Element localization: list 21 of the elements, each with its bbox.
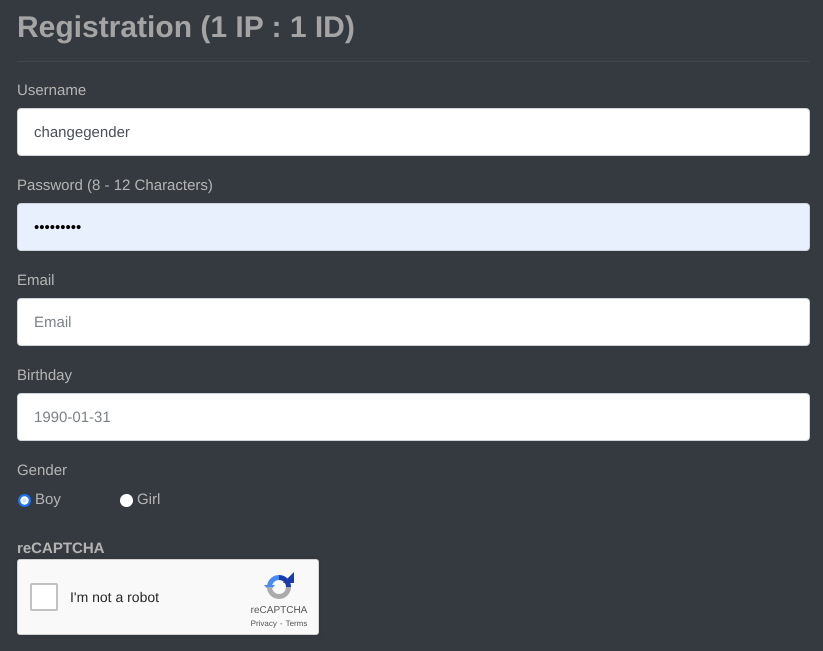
input-field[interactable]: Email	[17, 298, 810, 346]
footer-link[interactable]: Privacy	[250, 619, 277, 629]
captcha-label: reCAPTCHA	[17, 539, 105, 559]
field-label: Username	[17, 81, 86, 101]
input-field[interactable]: changegender	[17, 108, 810, 156]
input-field[interactable]: •••••••••	[17, 203, 810, 251]
field-label: Password (8 - 12 Characters)	[17, 176, 213, 196]
field-label: Birthday	[17, 366, 72, 386]
radio-label: Boy	[35, 490, 61, 510]
checkbox-label: I'm not a robot	[70, 588, 160, 606]
radio-button[interactable]	[18, 494, 31, 506]
separator: -	[280, 619, 283, 629]
footer-link[interactable]: Terms	[286, 619, 308, 629]
radio-label: Girl	[137, 490, 160, 510]
checkbox[interactable]	[30, 583, 58, 611]
radio-button[interactable]	[120, 494, 133, 506]
input-field[interactable]: 1990-01-31	[17, 393, 810, 441]
brand-text: reCAPTCHA	[250, 605, 308, 617]
field-label: Gender	[17, 461, 68, 481]
page-title: Registration (1 IP : 1 ID)	[17, 10, 355, 46]
field-label: Email	[17, 271, 55, 291]
